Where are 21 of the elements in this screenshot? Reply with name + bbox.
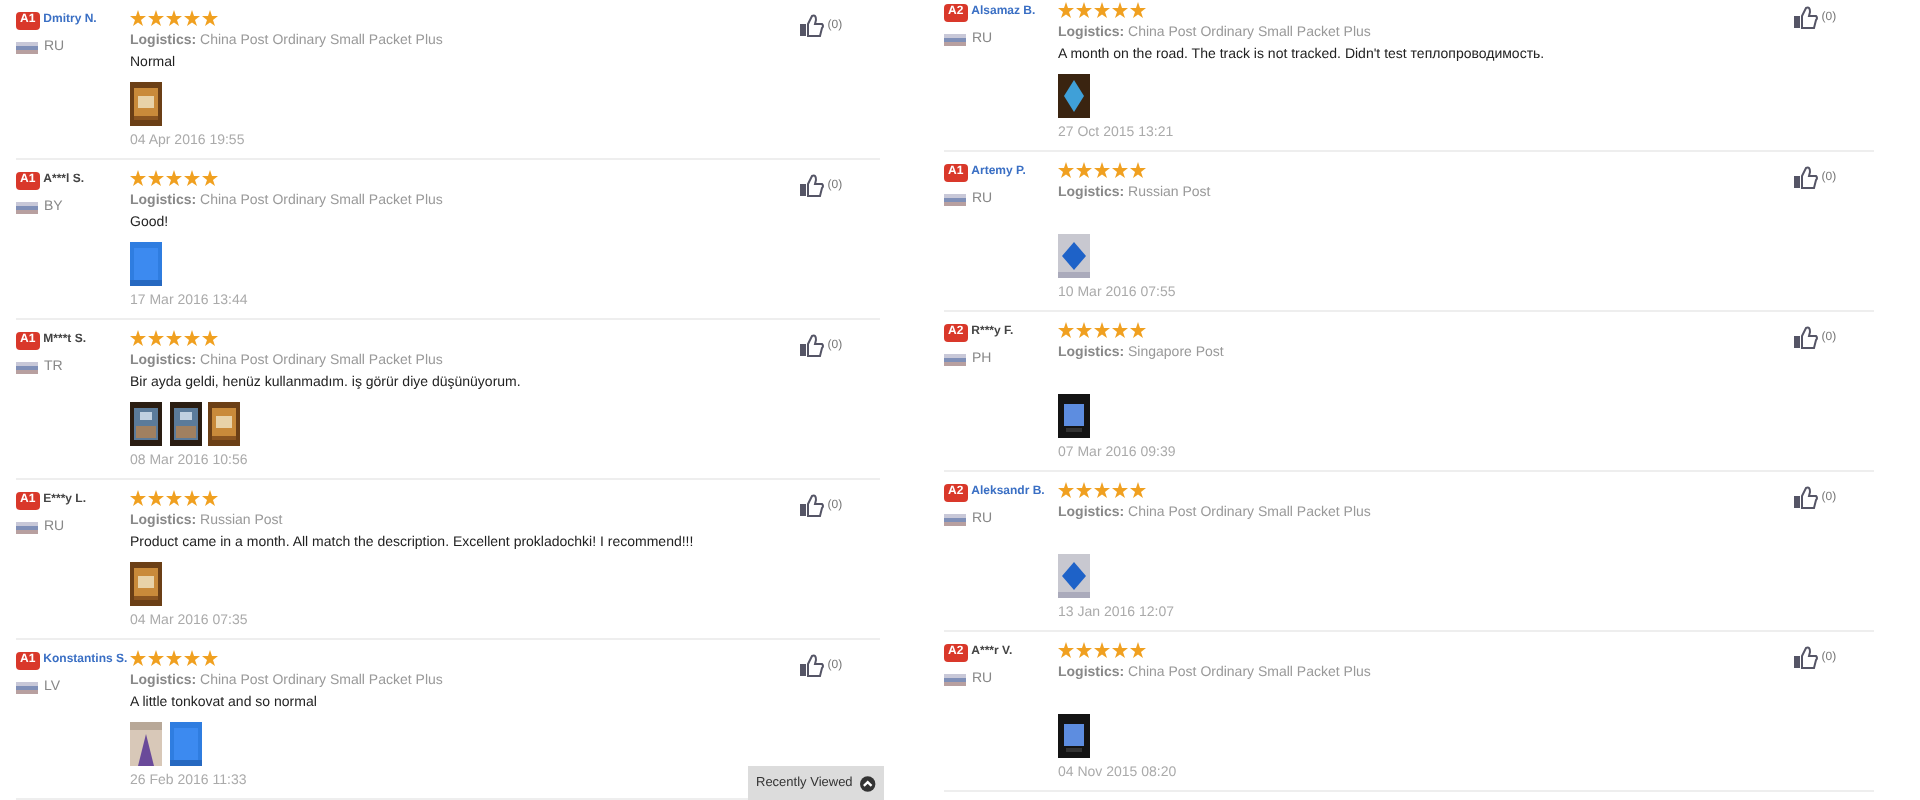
flag-icon [16, 522, 38, 535]
chevron-up-icon [860, 775, 876, 791]
flag-icon [944, 354, 966, 367]
flag-icon [16, 42, 38, 55]
thumbs-up-icon[interactable] [1794, 166, 1818, 190]
thumbs-up-icon[interactable] [800, 334, 824, 358]
flag-icon [16, 682, 38, 695]
flag-icon [944, 674, 966, 687]
thumbs-up-icon[interactable] [800, 174, 824, 198]
flag-icon [16, 362, 38, 375]
thumbs-up-icon[interactable] [1794, 6, 1818, 30]
flag-icon [944, 514, 966, 527]
thumbs-up-icon[interactable] [1794, 486, 1818, 510]
thumbs-up-icon[interactable] [1794, 326, 1818, 350]
thumbs-up-icon[interactable] [1794, 646, 1818, 670]
thumbs-up-icon[interactable] [800, 14, 824, 38]
flag-icon [16, 202, 38, 215]
thumbs-up-icon[interactable] [800, 494, 824, 518]
flag-icon [944, 34, 966, 47]
flag-icon [944, 194, 966, 207]
thumbs-up-icon[interactable] [800, 654, 824, 678]
